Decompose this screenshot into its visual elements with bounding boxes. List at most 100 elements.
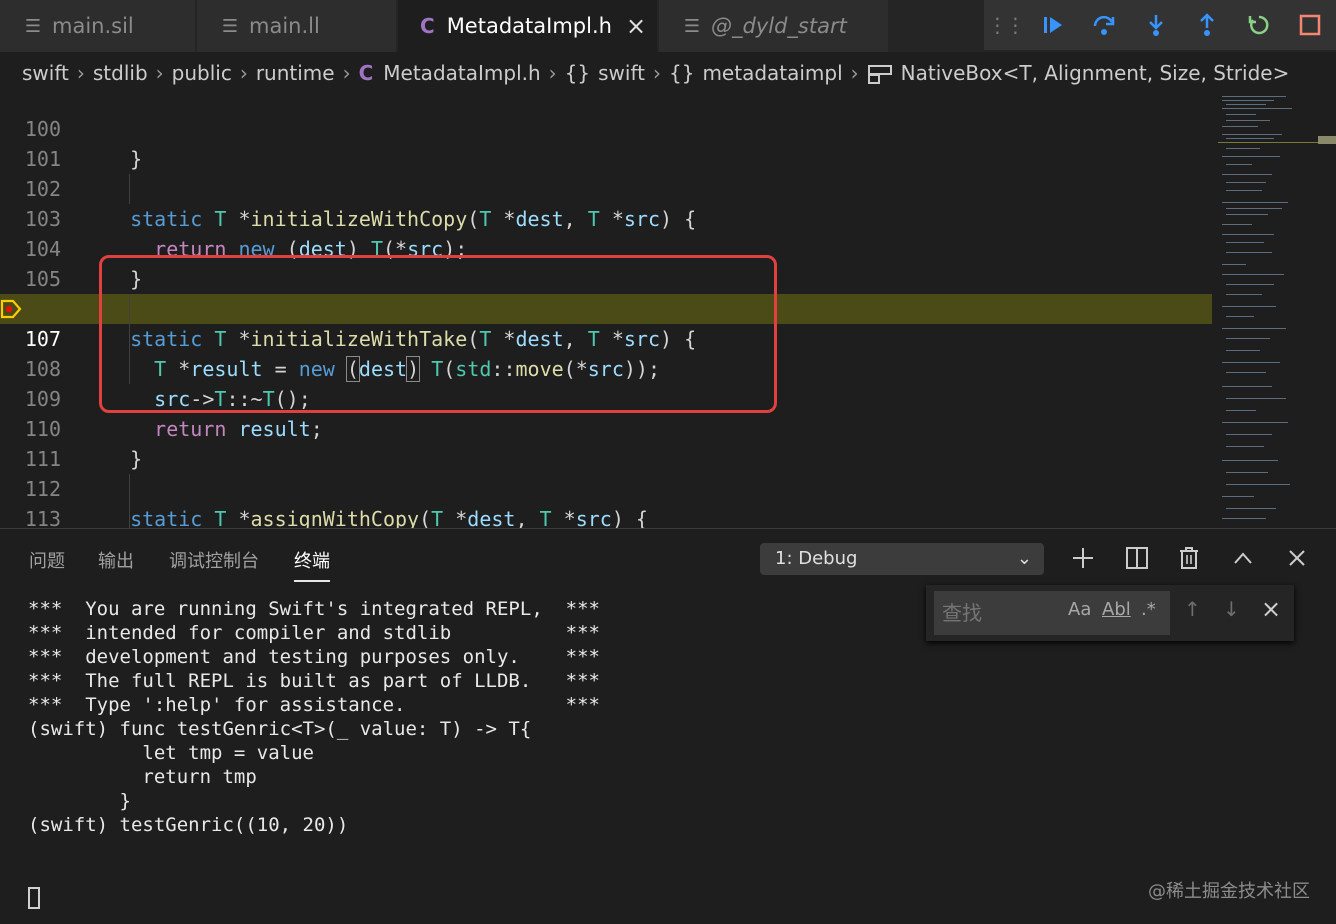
split-terminal-button[interactable]	[1122, 543, 1152, 573]
step-over-icon	[1093, 15, 1115, 35]
split-icon	[1126, 547, 1148, 569]
breadcrumb-symbol[interactable]: NativeBox<T, Alignment, Size, Stride>	[901, 61, 1290, 85]
continue-icon	[1043, 17, 1062, 33]
code-line[interactable]: 104 }	[0, 204, 1212, 291]
arrow-down-icon[interactable]: ↓	[1223, 597, 1240, 621]
tab-dyld-start[interactable]: ☰ @_dyld_start	[659, 0, 889, 52]
chevron-right-icon: ›	[76, 61, 85, 85]
breadcrumb: swift › stdlib › public › runtime › C Me…	[0, 52, 1336, 94]
tab-label: @_dyld_start	[711, 14, 847, 38]
close-icon[interactable]: ×	[626, 12, 646, 40]
tab-problems[interactable]: 问题	[29, 547, 65, 573]
code-line[interactable]: 100 }	[0, 94, 1212, 171]
chevron-right-icon: ›	[548, 61, 557, 85]
find-input[interactable]	[934, 591, 1170, 635]
code-line[interactable]: 112 static T *assignWithCopy(T *dest, T …	[0, 444, 1212, 528]
tab-output[interactable]: 输出	[98, 547, 134, 573]
tab-metadataimpl-h[interactable]: C MetadataImpl.h ×	[398, 0, 658, 52]
indent-guide	[129, 174, 130, 204]
terminal-line: *** development and testing purposes onl…	[28, 646, 600, 668]
code-line[interactable]: 111	[0, 414, 1212, 471]
tab-label: main.sil	[52, 14, 134, 38]
terminal-line: *** You are running Swift's integrated R…	[28, 598, 600, 620]
breadcrumb-item[interactable]: public	[172, 61, 232, 85]
terminal-line: (swift) testGenric((10, 20))	[28, 814, 349, 836]
terminal-line: *** Type ':help' for assistance. ***	[28, 694, 600, 716]
tab-label: MetadataImpl.h	[446, 14, 612, 38]
close-icon	[1289, 550, 1305, 566]
code-editor[interactable]: 100 } 101 102 static T *initializeWithCo…	[0, 94, 1336, 528]
step-over-button[interactable]	[1078, 0, 1130, 50]
c-file-icon: C	[358, 61, 374, 85]
c-file-icon: C	[420, 14, 435, 38]
chevron-right-icon: ›	[850, 61, 859, 85]
indent-guide	[129, 474, 130, 528]
continue-button[interactable]	[1027, 0, 1079, 50]
trash-icon	[1180, 547, 1198, 569]
chevron-right-icon: ›	[342, 61, 351, 85]
terminal-output[interactable]: *** You are running Swift's integrated R…	[28, 597, 600, 837]
code-line[interactable]: 103 return new (dest) T(*src);	[0, 174, 1212, 261]
struct-icon	[867, 64, 892, 84]
close-icon[interactable]: ×	[1261, 595, 1281, 623]
terminal-select[interactable]: 1: Debug ⌄	[760, 543, 1044, 575]
new-terminal-button[interactable]	[1068, 543, 1098, 573]
code-line[interactable]: 102 static T *initializeWithCopy(T *dest…	[0, 144, 1212, 231]
namespace-icon: {}	[668, 61, 695, 85]
minimap[interactable]	[1218, 94, 1318, 528]
code-line[interactable]: 113 *dest = *src;	[0, 474, 1212, 528]
step-into-icon	[1148, 15, 1163, 36]
annotation-highlight-box	[99, 255, 777, 413]
step-out-icon	[1200, 13, 1215, 36]
tab-main-sil[interactable]: ☰ main.sil	[0, 0, 196, 52]
lines-file-icon: ☰	[221, 15, 239, 37]
restart-button[interactable]	[1233, 0, 1285, 50]
step-into-button[interactable]	[1130, 0, 1182, 50]
restart-icon	[1248, 15, 1269, 35]
find-widget: Aa Abl .* ↑ ↓ ×	[926, 585, 1294, 641]
breadcrumb-item[interactable]: stdlib	[93, 61, 148, 85]
terminal-select-value: 1: Debug	[775, 548, 858, 569]
breadcrumb-item[interactable]: runtime	[256, 61, 335, 85]
breadcrumb-item[interactable]: swift	[22, 61, 69, 85]
drag-handle-icon[interactable]: ⋮⋮	[984, 13, 1027, 37]
namespace-icon: {}	[564, 61, 591, 85]
kill-terminal-button[interactable]	[1174, 543, 1204, 573]
stop-icon	[1299, 14, 1321, 36]
terminal-line: *** The full REPL is built as part of LL…	[28, 670, 600, 692]
chevron-up-icon	[1234, 552, 1252, 564]
tab-terminal[interactable]: 终端	[294, 547, 330, 573]
chevron-right-icon: ›	[652, 61, 661, 85]
chevron-right-icon: ›	[239, 61, 248, 85]
match-whole-word-toggle[interactable]: Abl	[1102, 599, 1131, 620]
tab-debug-console[interactable]: 调试控制台	[169, 547, 259, 573]
bottom-panel: 问题 输出 调试控制台 终端 1: Debug ⌄ Aa Abl .* ↑ ↓ …	[0, 528, 1336, 924]
breadcrumb-file[interactable]: MetadataImpl.h	[383, 61, 540, 85]
watermark: @稀土掘金技术社区	[1148, 881, 1310, 902]
code-line[interactable]: 101	[0, 114, 1212, 171]
arrow-up-icon[interactable]: ↑	[1184, 597, 1201, 621]
terminal-line: return tmp	[28, 766, 257, 788]
step-out-button[interactable]	[1181, 0, 1233, 50]
terminal-line: (swift) func testGenric<T>(_ value: T) -…	[28, 718, 532, 740]
close-panel-button[interactable]	[1282, 543, 1312, 573]
match-case-toggle[interactable]: Aa	[1068, 599, 1091, 620]
terminal-cursor	[28, 887, 40, 909]
plus-icon	[1073, 548, 1093, 568]
maximize-panel-button[interactable]	[1228, 543, 1258, 573]
active-tab-indicator	[294, 580, 330, 582]
scrollbar-thumb[interactable]	[1318, 136, 1336, 144]
code-line[interactable]: 114 return dest;	[0, 504, 1212, 528]
stop-button[interactable]	[1284, 0, 1336, 50]
breadcrumb-namespace[interactable]: metadataimpl	[702, 61, 842, 85]
terminal-line: *** intended for compiler and stdlib ***	[28, 622, 600, 644]
terminal-line: }	[28, 790, 131, 812]
debug-toolbar: ⋮⋮	[984, 0, 1336, 50]
lines-file-icon: ☰	[24, 15, 42, 37]
use-regex-toggle[interactable]: .*	[1141, 599, 1156, 620]
tab-main-ll[interactable]: ☰ main.ll	[197, 0, 397, 52]
chevron-down-icon: ⌄	[1016, 548, 1032, 569]
breadcrumb-namespace[interactable]: swift	[598, 61, 645, 85]
execution-pointer-icon[interactable]	[0, 299, 22, 319]
chevron-right-icon: ›	[155, 61, 164, 85]
